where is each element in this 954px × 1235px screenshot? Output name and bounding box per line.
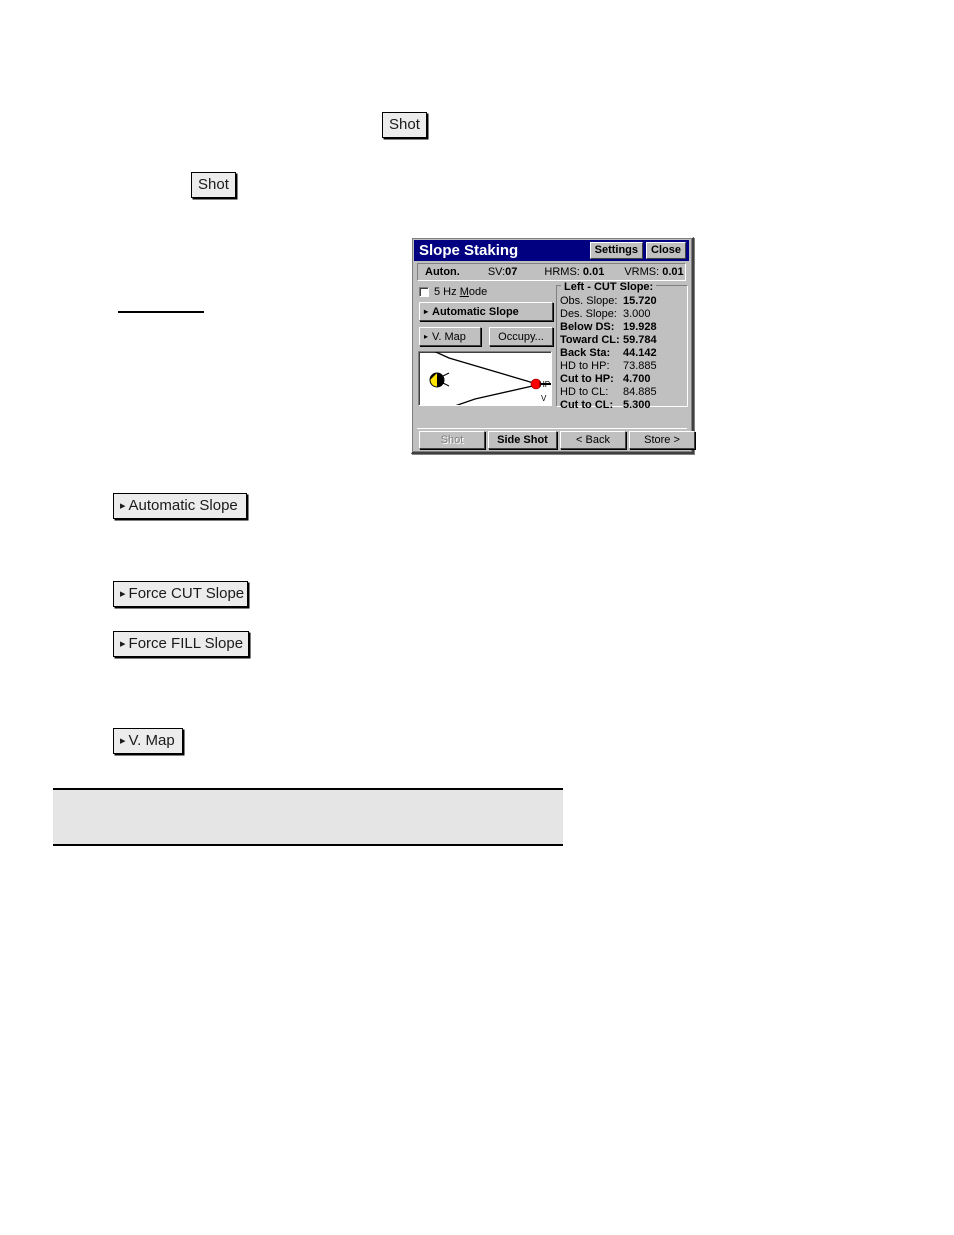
slope-data-title: Left - CUT Slope: (561, 281, 657, 293)
survey-target-icon (429, 372, 450, 388)
data-row: HD to HP: 73.885 (560, 360, 686, 372)
occupy-button[interactable]: Occupy... (489, 327, 553, 346)
triangle-right-icon: ▸ (424, 307, 429, 316)
data-label: Obs. Slope: (560, 295, 618, 307)
back-button-label: < Back (576, 434, 610, 446)
automatic-slope-doc-button[interactable]: ▸ Automatic Slope (113, 493, 247, 519)
data-row: Below DS: 19.928 (560, 321, 686, 333)
data-label: Back Sta: (560, 347, 611, 359)
shot-inline-button-2[interactable]: Shot (191, 172, 236, 198)
force-cut-slope-doc-button[interactable]: ▸ Force CUT Slope (113, 581, 248, 607)
data-label: Toward CL: (560, 334, 620, 346)
hrms-value: 0.01 (582, 266, 605, 278)
gps-status-bar: Auton. SV:07 HRMS: 0.01 VRMS: 0.01 (417, 263, 686, 281)
vrms-label: VRMS: (624, 266, 660, 278)
automatic-slope-label: Automatic Slope (432, 305, 519, 318)
vrms-value: 0.01 (662, 266, 684, 278)
triangle-right-icon: ▸ (120, 735, 126, 747)
side-shot-button-label: Side Shot (497, 434, 548, 446)
data-label: Cut to CL: (560, 399, 614, 411)
data-row: Obs. Slope: 15.720 (560, 295, 686, 307)
side-shot-button[interactable]: Side Shot (488, 431, 557, 449)
shot-inline-label-2: Shot (198, 176, 229, 193)
shot-inline-label-1: Shot (389, 116, 420, 133)
five-hz-mode-label: 5 Hz Mode (434, 286, 488, 298)
dialog-inner-frame: Slope Staking Settings Close Auton. SV:0… (412, 238, 695, 452)
data-row: Des. Slope: 3.000 (560, 308, 686, 320)
data-row: Toward CL: 59.784 (560, 334, 686, 346)
close-button[interactable]: Close (646, 241, 686, 260)
data-label: Cut to HP: (560, 373, 614, 385)
sv-label: SV: (487, 266, 506, 278)
hrms-label: HRMS: (544, 266, 580, 278)
store-button[interactable]: Store > (629, 431, 695, 449)
data-row: Cut to HP: 4.700 (560, 373, 686, 385)
data-value: 3.000 (623, 308, 651, 320)
triangle-right-icon: ▸ (424, 332, 429, 341)
slope-graphic-panel[interactable]: HP V (418, 351, 552, 406)
hrms-readout: HRMS: 0.01 (544, 266, 604, 278)
v-map-doc-label: V. Map (128, 732, 175, 749)
data-value: 73.885 (623, 360, 657, 372)
triangle-right-icon: ▸ (120, 638, 126, 650)
v-map-label: V. Map (432, 330, 466, 343)
five-hz-mode-checkbox-row[interactable]: 5 Hz Mode (419, 286, 487, 298)
shot-button-label: Shot (440, 434, 464, 446)
data-label: Below DS: (560, 321, 615, 333)
dialog-title: Slope Staking (419, 242, 519, 259)
graphic-hp-label: HP (539, 380, 551, 389)
triangle-right-icon: ▸ (120, 588, 126, 600)
dialog-button-bar: Shot Side Shot < Back Store > (417, 428, 695, 450)
v-map-button[interactable]: ▸ V. Map (419, 327, 481, 346)
shot-inline-button-1[interactable]: Shot (382, 112, 427, 138)
data-value: 5.300 (623, 399, 651, 411)
automatic-slope-button[interactable]: ▸ Automatic Slope (419, 302, 553, 321)
shot-button[interactable]: Shot (419, 431, 485, 449)
force-fill-slope-doc-label: Force FILL Slope (128, 635, 244, 652)
automatic-slope-doc-label: Automatic Slope (128, 497, 238, 514)
data-value: 19.928 (623, 321, 657, 333)
force-cut-slope-doc-label: Force CUT Slope (128, 585, 245, 602)
data-row: HD to CL: 84.885 (560, 386, 686, 398)
graphic-v-label: V (541, 394, 547, 403)
store-button-label: Store > (644, 434, 680, 446)
slope-staking-dialog: Slope Staking Settings Close Auton. SV:0… (411, 237, 695, 454)
data-row: Back Sta: 44.142 (560, 347, 686, 359)
slope-graphic-svg (429, 352, 551, 405)
force-fill-slope-doc-button[interactable]: ▸ Force FILL Slope (113, 631, 249, 657)
lower-slope-line (455, 384, 538, 405)
back-button[interactable]: < Back (560, 431, 626, 449)
data-value: 44.142 (623, 347, 657, 359)
data-row: Cut to CL: 5.300 (560, 399, 686, 411)
dialog-titlebar: Slope Staking Settings Close (414, 240, 689, 261)
occupy-label: Occupy... (498, 330, 544, 343)
data-value: 4.700 (623, 373, 651, 385)
horizontal-rule (118, 311, 204, 313)
settings-button[interactable]: Settings (589, 241, 644, 260)
data-value: 84.885 (623, 386, 657, 398)
data-value: 59.784 (623, 334, 657, 346)
sv-value: 07 (505, 266, 518, 278)
data-value: 15.720 (623, 295, 657, 307)
satellite-count: SV:07 (488, 266, 518, 278)
note-box (53, 788, 563, 846)
triangle-right-icon: ▸ (120, 500, 126, 512)
checkbox-icon[interactable] (419, 287, 429, 297)
data-label: HD to CL: (560, 386, 609, 398)
solution-mode-value: Auton. (425, 266, 460, 278)
vrms-readout: VRMS: 0.01 (624, 266, 683, 278)
data-label: HD to HP: (560, 360, 610, 372)
v-map-doc-button[interactable]: ▸ V. Map (113, 728, 183, 754)
data-label: Des. Slope: (560, 308, 617, 320)
